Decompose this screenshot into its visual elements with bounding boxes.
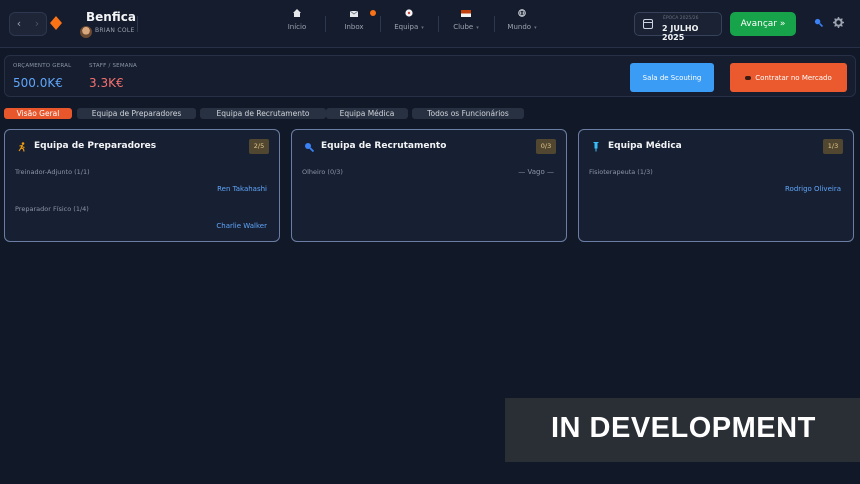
gear-icon[interactable]: [833, 17, 844, 28]
chevron-down-icon: ▾: [421, 25, 424, 31]
menu-inicio[interactable]: Início: [284, 9, 310, 31]
role-label: Preparador Físico (1/4): [15, 205, 89, 213]
menu-inbox[interactable]: Inbox: [340, 9, 376, 31]
house-icon: [284, 9, 310, 21]
wage-value: 3.3K€: [89, 76, 124, 90]
card-title: Equipa Médica: [608, 141, 682, 151]
back-arrow-icon[interactable]: ‹: [10, 12, 28, 36]
menu-label: Mundo: [507, 23, 532, 31]
menu-label: Inbox: [344, 23, 364, 31]
date-display[interactable]: ÉPOCA 2025/26 2 JULHO 2025: [634, 12, 722, 42]
card-title: Equipa de Recrutamento: [321, 141, 447, 151]
budget-panel: ORÇAMENTO GERAL 500.0K€ STAFF / SEMANA 3…: [4, 55, 856, 97]
handshake-icon: [745, 75, 752, 80]
wage-label: STAFF / SEMANA: [89, 63, 138, 69]
top-bar: ‹ › Benfica BRIAN COLE Início Inbox Equi…: [0, 0, 860, 48]
menu-mundo[interactable]: Mundo ▾: [503, 9, 541, 31]
calendar-icon: [643, 19, 653, 29]
tab-medical-staff[interactable]: Equipa Médica: [326, 108, 408, 119]
divider: [137, 16, 138, 32]
chevron-down-icon: ▾: [476, 25, 479, 31]
tab-all-staff[interactable]: Todos os Funcionários: [412, 108, 524, 119]
staff-name[interactable]: Ren Takahashi: [217, 185, 267, 193]
role-label: Treinador-Adjunto (1/1): [15, 168, 90, 176]
vacant-slot: — Vago —: [518, 168, 554, 176]
card-title: Equipa de Preparadores: [34, 141, 157, 151]
syringe-icon: [593, 142, 599, 152]
search-icon[interactable]: [814, 18, 823, 27]
flag-icon: [449, 9, 483, 21]
role-label: Olheiro (0/3): [302, 168, 343, 176]
envelope-icon: [340, 9, 376, 21]
football-icon: [391, 9, 427, 21]
hire-market-button[interactable]: Contratar no Mercado: [730, 63, 847, 92]
staff-count-badge: 2/5: [249, 139, 269, 154]
divider: [438, 16, 439, 32]
divider: [380, 16, 381, 32]
divider: [325, 16, 326, 32]
forward-arrow-icon[interactable]: ›: [28, 12, 46, 36]
club-logo-icon: [50, 16, 62, 30]
budget-value: 500.0K€: [13, 76, 63, 90]
club-name: Benfica: [86, 10, 136, 24]
tab-coaching-staff[interactable]: Equipa de Preparadores: [77, 108, 196, 119]
budget-label: ORÇAMENTO GERAL: [13, 63, 72, 69]
manager-avatar: [80, 26, 92, 38]
globe-icon: [503, 9, 541, 21]
development-label: IN DEVELOPMENT: [551, 412, 816, 444]
running-icon: [18, 142, 25, 152]
development-banner: IN DEVELOPMENT: [505, 398, 860, 462]
staff-count-badge: 0/3: [536, 139, 556, 154]
tab-recruitment-staff[interactable]: Equipa de Recrutamento: [200, 108, 326, 119]
card-coaching-staff[interactable]: Equipa de Preparadores 2/5 Treinador-Adj…: [4, 129, 280, 242]
advance-button[interactable]: Avançar »: [730, 12, 796, 36]
menu-label: Equipa: [394, 23, 419, 31]
menu-clube[interactable]: Clube ▾: [449, 9, 483, 31]
card-medical-staff[interactable]: Equipa Médica 1/3 Fisioterapeuta (1/3) R…: [578, 129, 854, 242]
hire-market-label: Contratar no Mercado: [755, 73, 832, 82]
chevron-down-icon: ▾: [534, 25, 537, 31]
current-date: 2 JULHO 2025: [662, 24, 699, 42]
menu-equipa[interactable]: Equipa ▾: [391, 9, 427, 31]
divider: [494, 16, 495, 32]
notification-dot: [370, 10, 376, 16]
staff-name[interactable]: Rodrigo Oliveira: [785, 185, 841, 193]
card-recruitment-staff[interactable]: Equipa de Recrutamento 0/3 Olheiro (0/3)…: [291, 129, 567, 242]
search-icon: [305, 143, 314, 152]
manager-name: BRIAN COLE: [95, 27, 135, 34]
menu-label: Início: [287, 23, 307, 31]
role-label: Fisioterapeuta (1/3): [589, 168, 653, 176]
staff-name[interactable]: Charlie Walker: [216, 222, 267, 230]
season-label: ÉPOCA 2025/26: [663, 16, 699, 21]
staff-count-badge: 1/3: [823, 139, 843, 154]
menu-label: Clube: [453, 23, 474, 31]
history-nav: ‹ ›: [9, 12, 47, 36]
scouting-room-button[interactable]: Sala de Scouting: [630, 63, 714, 92]
tab-overview[interactable]: Visão Geral: [4, 108, 72, 119]
